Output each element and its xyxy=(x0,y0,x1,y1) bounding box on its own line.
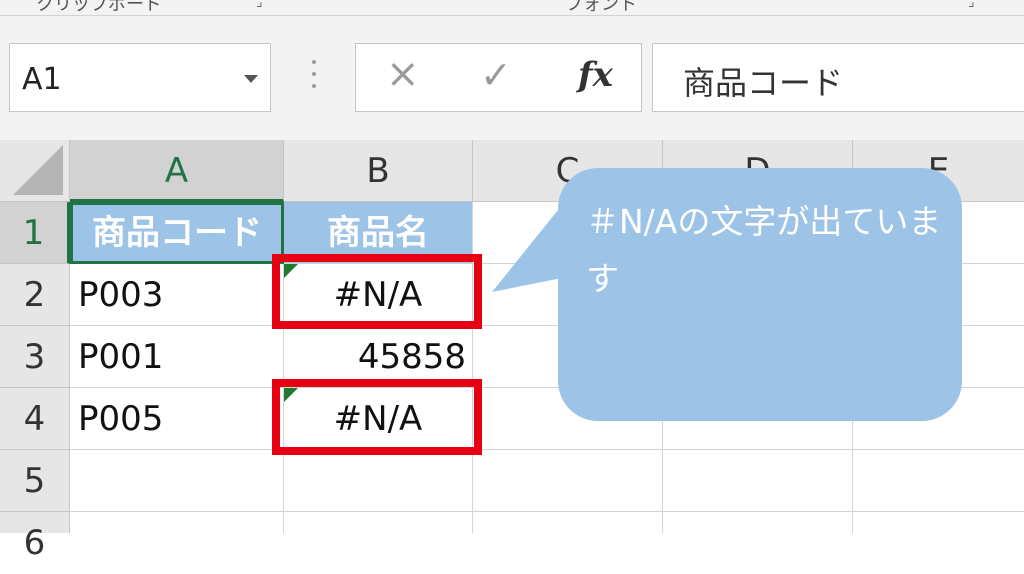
callout-text: ＃N/Aの文字が出ています xyxy=(586,202,942,298)
callout-bubble: ＃N/Aの文字が出ています xyxy=(558,168,962,421)
